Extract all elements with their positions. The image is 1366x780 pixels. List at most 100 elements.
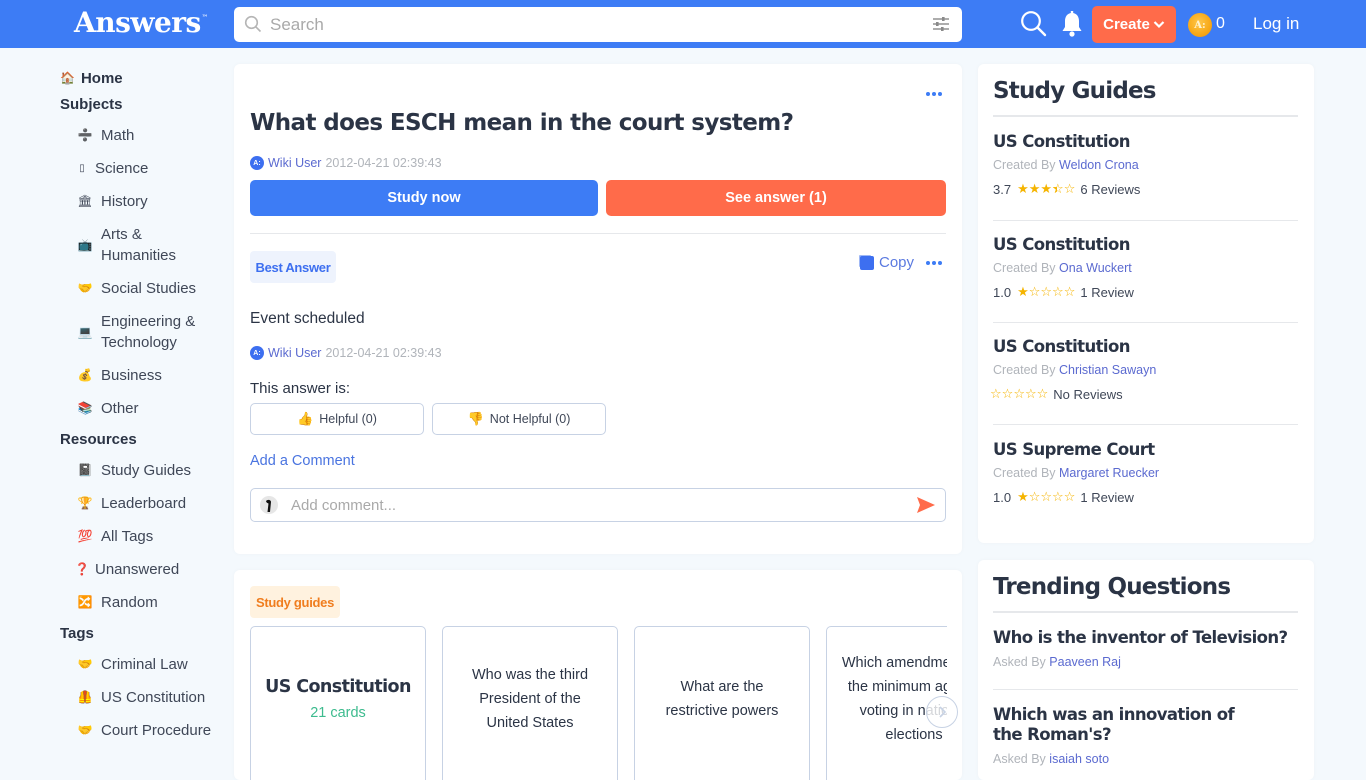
user-avatar-icon: A: — [250, 346, 264, 360]
sidebar-item-leaderboard[interactable]: 🏆 Leaderboard — [60, 487, 220, 520]
sidebar-section-tags: Tags — [60, 625, 94, 642]
filter-sliders-icon[interactable] — [932, 16, 950, 37]
tv-icon: 📺 — [77, 237, 93, 252]
see-answer-button[interactable]: See answer (1) — [606, 180, 946, 216]
search-input[interactable] — [270, 7, 910, 42]
sidebar-item-label: Social Studies — [101, 280, 197, 297]
star-empty-icon: ☆ — [1028, 489, 1041, 504]
add-comment-link[interactable]: Add a Comment — [250, 453, 355, 469]
trending-question-item: Who is the inventor of Television? Asked… — [993, 628, 1298, 669]
helpful-button[interactable]: 👍 Helpful (0) — [250, 403, 424, 435]
answer-more-options-icon[interactable] — [926, 261, 942, 265]
handshake-icon: 🤝 — [77, 723, 93, 737]
question-author-link[interactable]: Wiki User — [268, 156, 321, 170]
answers-logo[interactable]: Answers™ — [74, 6, 208, 39]
coin-icon: A: — [1188, 13, 1212, 37]
sidebar-item-random[interactable]: 🔀 Random — [60, 586, 220, 619]
author-link[interactable]: Ona Wuckert — [1059, 261, 1132, 275]
rating-prompt: This answer is: — [250, 380, 351, 397]
sidebar-item-court-procedure[interactable]: 🤝 Court Procedure — [60, 714, 220, 747]
author-link[interactable]: Weldon Crona — [1059, 158, 1139, 172]
copy-icon — [860, 255, 874, 270]
sidebar-section-subjects: Subjects — [60, 96, 123, 113]
question-icon: ❓ — [74, 562, 90, 576]
study-guide-card[interactable]: US Constitution 21 cards — [250, 626, 426, 780]
study-now-button[interactable]: Study now — [250, 180, 598, 216]
star-empty-icon: ☆ — [1013, 386, 1025, 401]
sidebar-item-science[interactable]: ▯ Science — [60, 152, 220, 185]
create-dropdown-button[interactable]: Create — [1092, 6, 1176, 43]
sidebar: 🏠 Home Subjects ➗ Math ▯ Science 🏛 History … — [60, 66, 220, 747]
rating-row: 3.7 ★★★★☆☆ 6 Reviews — [993, 181, 1298, 197]
answer-date: 2012-04-21 02:39:43 — [325, 346, 442, 360]
study-guide-title-link[interactable]: US Constitution — [993, 132, 1298, 151]
trending-question-item: Which was an innovation of the Roman's? … — [993, 705, 1298, 766]
flashcard[interactable]: Who was the third President of the Unite… — [442, 626, 618, 780]
hundred-icon: 💯 — [77, 529, 93, 543]
comment-input[interactable] — [291, 489, 901, 521]
author-link[interactable]: Margaret Ruecker — [1059, 466, 1159, 480]
sidebar-item-arts-humanities[interactable]: 📺 Arts & Humanities — [60, 218, 220, 272]
sidebar-item-social-studies[interactable]: 🤝 Social Studies — [60, 272, 220, 305]
rating-value: 1.0 — [993, 489, 1012, 505]
carousel-next-button[interactable] — [926, 696, 958, 728]
sidebar-item-home[interactable]: 🏠 Home — [60, 66, 220, 90]
question-date: 2012-04-21 02:39:43 — [325, 156, 442, 170]
sidebar-item-unanswered[interactable]: ❓ Unanswered — [60, 553, 220, 586]
science-icon: ▯ — [79, 163, 85, 174]
study-guide-title: US Constitution — [265, 677, 411, 697]
study-guides-carousel: US Constitution 21 cards Who was the thi… — [250, 626, 947, 780]
sidebar-item-engineering-technology[interactable]: 💻 Engineering & Technology — [60, 305, 220, 359]
divider — [993, 611, 1298, 613]
asked-by-label: Asked By — [993, 752, 1046, 766]
copy-button[interactable]: Copy — [860, 254, 914, 271]
search-bar[interactable] — [234, 7, 962, 42]
divider — [993, 322, 1298, 323]
star-half-icon: ★☆ — [1052, 181, 1064, 196]
search-icon — [244, 15, 262, 38]
study-guide-title-link[interactable]: US Constitution — [993, 337, 1298, 356]
study-guide-title-link[interactable]: US Constitution — [993, 235, 1298, 254]
divider — [250, 233, 946, 234]
flashcard[interactable]: What are the restrictive powers — [634, 626, 810, 780]
author-link[interactable]: Paaveen Raj — [1049, 655, 1121, 669]
notification-bell-icon[interactable] — [1061, 11, 1083, 42]
sidebar-item-study-guides[interactable]: 📓 Study Guides — [60, 454, 220, 487]
answer-author-link[interactable]: Wiki User — [268, 346, 321, 360]
divider — [993, 424, 1298, 425]
shuffle-icon: 🔀 — [77, 595, 93, 609]
study-guide-title-link[interactable]: US Supreme Court — [993, 440, 1298, 459]
helpful-label: Helpful (0) — [319, 412, 377, 426]
study-guide-item: US Constitution Created By Ona Wuckert 1… — [993, 235, 1298, 300]
send-icon[interactable] — [916, 496, 936, 519]
comment-box[interactable] — [250, 488, 946, 522]
trending-question-link[interactable]: Who is the inventor of Television? — [993, 628, 1298, 648]
study-guide-item: US Supreme Court Created By Margaret Rue… — [993, 440, 1298, 505]
rating-row: ☆ ☆ ☆ ☆ ☆ No Reviews — [990, 386, 1298, 402]
sidebar-item-us-constitution[interactable]: 🦺 US Constitution — [60, 681, 220, 714]
sidebar-item-criminal-law[interactable]: 🤝 Criminal Law — [60, 648, 220, 681]
user-avatar-icon — [260, 496, 278, 514]
star-full-icon: ★ — [1040, 181, 1052, 196]
sidebar-item-other[interactable]: 📚 Other — [60, 392, 220, 425]
sidebar-item-history[interactable]: 🏛 History — [60, 185, 220, 218]
header-search-icon[interactable] — [1020, 10, 1047, 42]
not-helpful-button[interactable]: 👎 Not Helpful (0) — [432, 403, 606, 435]
handshake-icon: 🤝 — [77, 281, 93, 295]
rating-value: 3.7 — [993, 181, 1012, 197]
author-link[interactable]: Christian Sawayn — [1059, 363, 1156, 377]
star-empty-icon: ☆ — [1063, 181, 1076, 196]
divider — [993, 115, 1298, 117]
star-empty-icon: ☆ — [1052, 284, 1064, 299]
sidebar-item-all-tags[interactable]: 💯 All Tags — [60, 520, 220, 553]
author-link[interactable]: isaiah soto — [1049, 752, 1109, 766]
sidebar-item-math[interactable]: ➗ Math — [60, 119, 220, 152]
sidebar-item-business[interactable]: 💰 Business — [60, 359, 220, 392]
vest-icon: 🦺 — [77, 690, 93, 704]
trending-questions-panel: Trending Questions Who is the inventor o… — [978, 560, 1314, 780]
question-more-options-icon[interactable] — [926, 92, 942, 96]
divider — [993, 220, 1298, 221]
login-button[interactable]: Log in — [1253, 14, 1299, 34]
trending-question-link[interactable]: Which was an innovation of the Roman's? — [993, 705, 1243, 745]
star-empty-icon: ☆ — [1028, 284, 1041, 299]
